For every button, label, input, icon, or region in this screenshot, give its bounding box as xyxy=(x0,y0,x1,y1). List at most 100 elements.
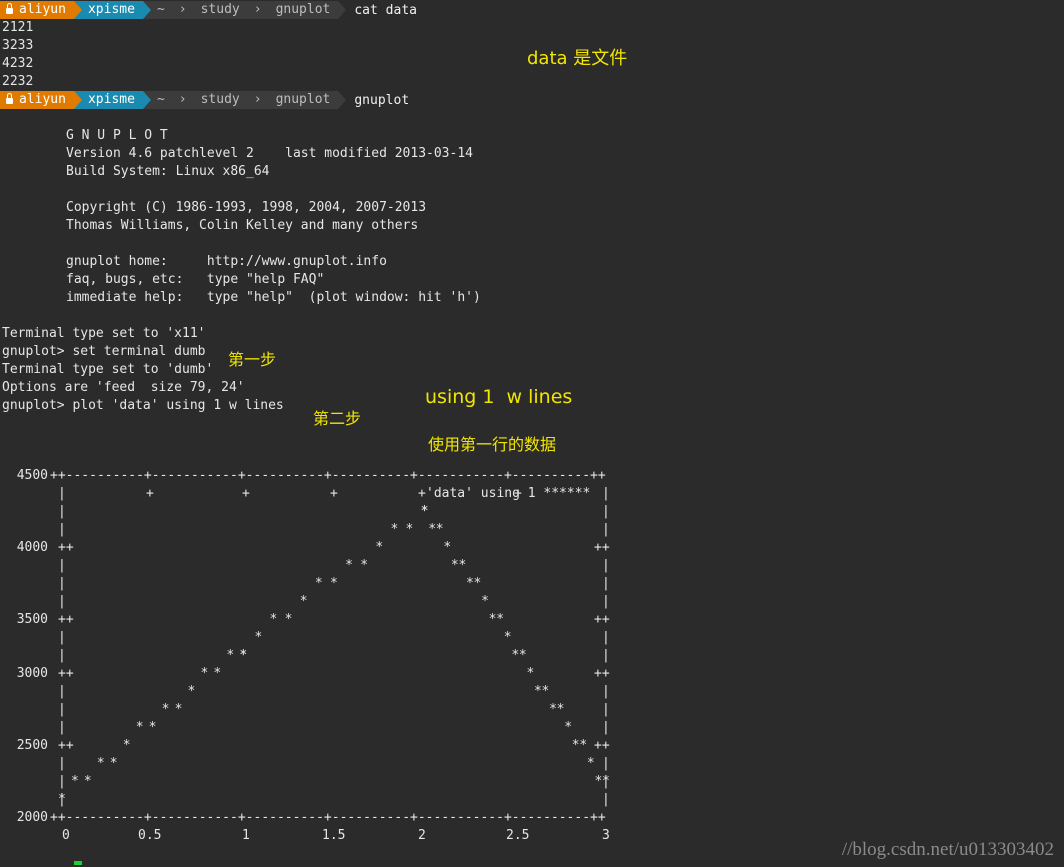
plot-right-border: ++ xyxy=(594,540,610,555)
plot-left-border: | xyxy=(58,522,66,537)
plot-left-border: | xyxy=(58,756,66,771)
plot-right-border: | xyxy=(602,558,610,573)
data-line: 2121 xyxy=(2,20,34,35)
data-point-asterisk: * xyxy=(345,558,353,573)
data-point-asterisk: * xyxy=(360,558,369,573)
x-tick-label: 1 xyxy=(242,828,250,843)
plot-left-border: | xyxy=(58,684,66,699)
prompt-host-segment: xpisme xyxy=(81,91,143,109)
data-point-asterisk: * xyxy=(526,666,535,681)
y-tick-label: 4000 xyxy=(16,540,48,555)
data-point-asterisk: * xyxy=(254,630,263,645)
shell-prompt-1: aliyun xpisme ~ › study › gnuplot cat da… xyxy=(0,1,417,19)
x-tick-mark: + xyxy=(418,486,426,501)
x-tick-mark: + xyxy=(242,486,250,501)
annotation-data-file: data 是文件 xyxy=(527,48,628,69)
plot-right-border: | xyxy=(602,720,610,735)
data-point-asterisk: * xyxy=(70,774,79,789)
banner-line: Thomas Williams, Colin Kelley and many o… xyxy=(66,218,419,233)
plot-left-border: | xyxy=(58,720,66,735)
x-tick-mark: + xyxy=(146,486,154,501)
annotation-step1: 第一步 xyxy=(228,350,277,369)
plot-right-border: | xyxy=(602,594,610,609)
plot-left-border: | xyxy=(58,594,66,609)
y-tick-label: 4500 xyxy=(16,468,48,483)
prompt-user-segment: aliyun xyxy=(0,91,74,109)
shell-prompt-2: aliyun xpisme ~ › study › gnuplot gnuplo… xyxy=(0,91,409,109)
data-point-asterisk: * xyxy=(473,576,482,591)
session-line: Terminal type set to 'x11' xyxy=(2,326,206,341)
data-point-asterisk: * xyxy=(541,684,550,699)
session-line: Terminal type set to 'dumb' xyxy=(2,362,214,377)
data-point-asterisk: * xyxy=(556,702,565,717)
data-point-asterisk: * xyxy=(586,756,595,771)
plot-right-border: | xyxy=(602,630,610,645)
banner-line: Copyright (C) 1986-1993, 1998, 2004, 200… xyxy=(66,200,427,215)
data-point-asterisk: * xyxy=(314,576,323,591)
prompt-path-gnuplot: gnuplot xyxy=(269,91,339,109)
prompt-host-segment: xpisme xyxy=(81,1,143,19)
x-tick-label: 3 xyxy=(602,828,610,843)
prompt-path-chevron-icon: › xyxy=(247,91,270,109)
session-line: Options are 'feed size 79, 24' xyxy=(2,380,245,395)
data-point-asterisk: * xyxy=(458,558,467,573)
watermark: //blog.csdn.net/u013303402 xyxy=(841,839,1054,860)
annotation-using: using 1 w lines xyxy=(425,386,573,408)
plot-left-border: | xyxy=(58,576,66,591)
plot-right-border: | xyxy=(602,756,610,771)
data-point-asterisk: * xyxy=(213,666,222,681)
plot-left-border: | xyxy=(58,630,66,645)
data-point-asterisk: * xyxy=(58,792,66,807)
plot-left-border: ++ xyxy=(58,540,74,555)
plot-right-border: | xyxy=(602,576,610,591)
session-line: gnuplot> set terminal dumb xyxy=(2,344,206,359)
plot-left-border: | xyxy=(58,504,66,519)
data-point-asterisk: * xyxy=(109,756,118,771)
plot-left-border: | xyxy=(58,486,66,501)
x-tick-label: 2.5 xyxy=(506,828,530,843)
data-point-asterisk: * xyxy=(96,756,105,771)
plot-right-border: ++ xyxy=(594,738,610,753)
banner-line: Version 4.6 patchlevel 2 last modified 2… xyxy=(66,146,473,161)
prompt-path-study: study xyxy=(194,1,248,19)
plot-left-border: ++ xyxy=(58,666,74,681)
data-point-asterisk: * xyxy=(496,612,505,627)
x-tick-label: 0 xyxy=(62,828,70,843)
plot-right-border: | xyxy=(602,486,610,501)
x-tick-label: 0.5 xyxy=(138,828,162,843)
banner-line: faq, bugs, etc: type "help FAQ" xyxy=(66,272,325,287)
data-point-asterisk: * xyxy=(481,594,489,609)
plot-right-border: | xyxy=(602,648,610,663)
plot-right-border: | xyxy=(602,792,610,807)
session-line: gnuplot> plot 'data' using 1 w lines xyxy=(2,398,284,413)
y-tick-label: 3000 xyxy=(16,666,48,681)
x-tick-mark: + xyxy=(330,486,338,501)
powerline-separator-icon xyxy=(142,1,151,19)
annotation-step2: 第二步 xyxy=(313,409,362,428)
annotation-first-row: 使用第一行的数据 xyxy=(428,435,557,454)
prompt-path-home: ~ xyxy=(150,1,173,19)
plot-right-border: | xyxy=(602,522,610,537)
y-tick-label: 2500 xyxy=(16,738,48,753)
plot-right-border: ++ xyxy=(594,612,610,627)
plot-left-border: ++ xyxy=(58,738,74,753)
x-tick-label: 2 xyxy=(418,828,426,843)
prompt-user-segment: aliyun xyxy=(0,1,74,19)
banner-line: Build System: Linux x86_64 xyxy=(66,164,270,179)
plot-right-border: ++ xyxy=(594,666,610,681)
data-point-asterisk: * xyxy=(405,522,414,537)
y-tick-label: 2000 xyxy=(16,810,48,825)
plot-left-border: | xyxy=(58,774,66,789)
data-point-asterisk: * xyxy=(174,702,183,717)
terminal-cursor xyxy=(74,861,82,865)
plot-right-border: | xyxy=(602,684,610,699)
lock-icon xyxy=(6,93,13,104)
data-point-asterisk: * xyxy=(161,702,170,717)
data-point-asterisk: * xyxy=(330,576,338,591)
banner-line: immediate help: type "help" (plot window… xyxy=(66,290,481,305)
data-point-asterisk: * xyxy=(135,720,144,735)
data-point-asterisk: * xyxy=(226,648,235,663)
powerline-separator-icon xyxy=(73,91,82,109)
ascii-line-chart: 4500 4000 3500 3000 2500 2000 0 0.5 1 1.… xyxy=(0,468,620,848)
data-line: 3233 xyxy=(2,38,34,53)
